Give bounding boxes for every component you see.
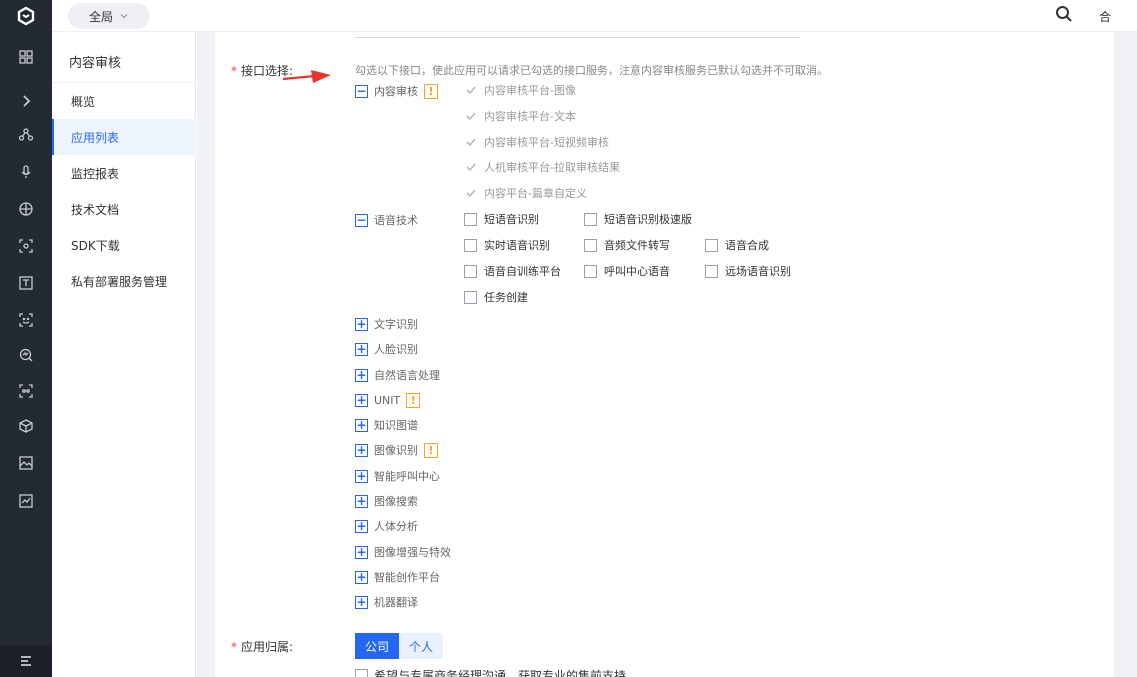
cube-icon[interactable]	[0, 413, 52, 439]
grid-icon[interactable]	[0, 44, 52, 70]
group-ocr[interactable]: + 文字识别	[355, 314, 418, 334]
product-title: 内容审核	[69, 56, 122, 71]
expand-icon[interactable]: +	[355, 317, 368, 331]
sidebar-item-overview[interactable]: 概览	[52, 83, 196, 119]
group-body-analysis[interactable]: + 人体分析	[355, 516, 418, 536]
right-gutter	[1114, 32, 1137, 677]
scan-icon[interactable]	[0, 233, 52, 259]
group-speech[interactable]: − 语音技术	[355, 210, 418, 230]
expand-icon[interactable]: +	[355, 418, 368, 432]
checked-icon	[464, 136, 477, 149]
collapse-icon[interactable]: −	[355, 213, 368, 227]
sidebar-item-app-list[interactable]: 应用列表	[52, 119, 196, 155]
group-image-search[interactable]: + 图像搜索	[355, 491, 418, 511]
chart-icon[interactable]	[0, 488, 52, 514]
checkbox-speech-training[interactable]: 语音自训练平台	[464, 261, 561, 281]
logo-icon[interactable]	[0, 0, 52, 32]
globe-icon[interactable]	[0, 196, 52, 222]
app-form: * 接口选择: 勾选以下接口，使此应用可以请求已勾选的接口服务，注意内容审核服务已…	[215, 32, 1114, 677]
previous-field-underline	[355, 37, 800, 38]
sidebar-item-docs[interactable]: 技术文档	[52, 191, 196, 227]
expand-icon[interactable]: +	[355, 545, 368, 559]
checkbox-short-speech-fast[interactable]: 短语音识别极速版	[584, 209, 692, 229]
group-face[interactable]: + 人脸识别	[355, 339, 418, 359]
checkbox-speech-synthesis[interactable]: 语音合成	[705, 235, 769, 255]
expand-icon[interactable]: +	[355, 368, 368, 382]
ownership-company-button[interactable]: 公司	[355, 633, 399, 659]
checkbox-article-custom: 内容平台-篇章自定义	[464, 183, 587, 203]
checked-icon	[464, 110, 477, 123]
expand-icon[interactable]: +	[355, 393, 368, 407]
checkbox-realtime-speech[interactable]: 实时语音识别	[464, 235, 550, 255]
search-icon[interactable]	[1055, 5, 1077, 27]
checkbox-audio-transcription[interactable]: 音频文件转写	[584, 235, 670, 255]
group-unit[interactable]: + UNIT!	[355, 390, 421, 410]
sidebar-item-sdk-download[interactable]: SDK下载	[52, 227, 196, 263]
checkbox-task-create[interactable]: 任务创建	[464, 287, 528, 307]
ownership-label: * 应用归属:	[231, 640, 294, 654]
group-knowledge-graph[interactable]: + 知识图谱	[355, 415, 418, 435]
image-icon[interactable]	[0, 450, 52, 476]
warning-icon: !	[424, 442, 438, 458]
checkbox-content-review-image: 内容审核平台-图像	[464, 80, 576, 100]
group-creation-platform[interactable]: + 智能创作平台	[355, 567, 440, 587]
face-scan-icon[interactable]	[0, 378, 52, 404]
menu-icon[interactable]	[0, 645, 52, 677]
group-nlp[interactable]: + 自然语言处理	[355, 365, 440, 385]
product-sidebar: 内容审核 概览 应用列表 监控报表 技术文档 SDK下载 私有部署服务管理	[52, 32, 196, 677]
icon-rail	[0, 0, 52, 677]
group-machine-translation[interactable]: + 机器翻译	[355, 592, 418, 612]
sidebar-item-private-deploy[interactable]: 私有部署服务管理	[52, 263, 196, 299]
nodes-icon[interactable]	[0, 122, 52, 148]
ownership-personal-button[interactable]: 个人	[399, 633, 443, 659]
api-select-hint: 勾选以下接口，使此应用可以请求已勾选的接口服务，注意内容审核服务已默认勾选并不可…	[355, 64, 828, 77]
group-image-enhance[interactable]: + 图像增强与特效	[355, 542, 451, 562]
checked-icon	[464, 161, 477, 174]
expand-icon[interactable]: +	[355, 519, 368, 533]
ownership-toggle: 公司 个人	[355, 633, 443, 659]
chevron-down-icon	[120, 14, 128, 19]
expand-icon[interactable]: +	[355, 570, 368, 584]
checkbox-content-review-text: 内容审核平台-文本	[464, 106, 576, 126]
group-label: 内容审核	[374, 85, 418, 98]
checkbox-far-field-speech[interactable]: 远场语音识别	[705, 261, 791, 281]
expand-icon[interactable]: +	[355, 469, 368, 483]
warning-icon: !	[406, 392, 421, 408]
scope-label: 全局	[88, 9, 113, 24]
checkbox-content-review-video: 内容审核平台-短视频审核	[464, 132, 609, 152]
top-bar: 全局 合	[52, 0, 1137, 32]
text-icon[interactable]	[0, 270, 52, 296]
group-smart-call-center[interactable]: + 智能呼叫中心	[355, 466, 440, 486]
red-arrow-annotation	[282, 70, 331, 83]
expand-icon[interactable]: +	[355, 494, 368, 508]
checkbox-short-speech[interactable]: 短语音识别	[464, 209, 539, 229]
microphone-icon[interactable]	[0, 159, 52, 185]
expand-icon[interactable]: +	[355, 595, 368, 609]
group-label: 语音技术	[374, 214, 418, 227]
chevron-right-icon[interactable]	[0, 88, 52, 114]
checkbox-review-results: 人机审核平台-拉取审核结果	[464, 157, 620, 177]
expand-icon[interactable]: +	[355, 443, 368, 457]
checked-icon	[464, 187, 477, 200]
warning-icon: !	[424, 83, 438, 99]
consult-checkbox[interactable]: 希望与专属商务经理沟通，获取专业的售前支持	[355, 667, 626, 677]
top-bar-truncated-text[interactable]: 合	[1099, 8, 1111, 25]
group-content-review[interactable]: − 内容审核 !	[355, 81, 438, 101]
checked-icon	[464, 84, 477, 97]
face-icon[interactable]	[0, 307, 52, 333]
checkbox-call-center-speech[interactable]: 呼叫中心语音	[584, 261, 670, 281]
sidebar-item-monitoring[interactable]: 监控报表	[52, 155, 196, 191]
analytics-icon[interactable]	[0, 342, 52, 368]
scope-selector[interactable]: 全局	[68, 3, 150, 29]
group-image-recognition[interactable]: + 图像识别!	[355, 440, 438, 460]
left-gutter	[197, 32, 215, 677]
collapse-icon[interactable]: −	[355, 84, 368, 98]
expand-icon[interactable]: +	[355, 342, 368, 356]
